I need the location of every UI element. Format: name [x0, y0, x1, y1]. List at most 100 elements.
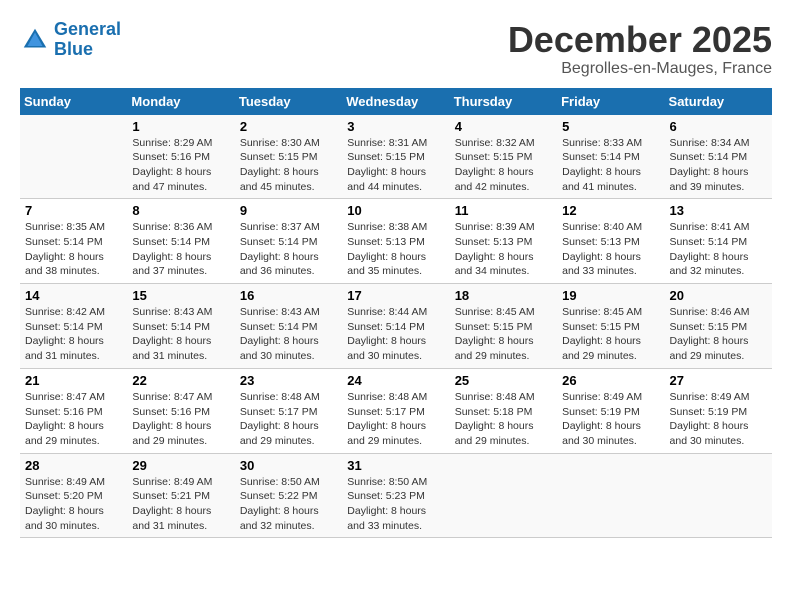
day-info: Sunrise: 8:29 AMSunset: 5:16 PMDaylight:…: [132, 136, 229, 195]
weekday-header-tuesday: Tuesday: [235, 88, 342, 115]
day-info: Sunrise: 8:48 AMSunset: 5:18 PMDaylight:…: [455, 390, 552, 449]
calendar-cell: 26 Sunrise: 8:49 AMSunset: 5:19 PMDayligh…: [557, 368, 664, 453]
day-number: 25: [455, 373, 552, 388]
day-number: 15: [132, 288, 229, 303]
calendar-cell: 9 Sunrise: 8:37 AMSunset: 5:14 PMDaylight…: [235, 199, 342, 284]
calendar-cell: 10 Sunrise: 8:38 AMSunset: 5:13 PMDayligh…: [342, 199, 449, 284]
day-number: 18: [455, 288, 552, 303]
day-info: Sunrise: 8:34 AMSunset: 5:14 PMDaylight:…: [670, 136, 767, 195]
day-info: Sunrise: 8:48 AMSunset: 5:17 PMDaylight:…: [347, 390, 444, 449]
week-row-2: 7Sunrise: 8:35 AMSunset: 5:14 PMDaylight…: [20, 199, 772, 284]
day-number: 1: [132, 119, 229, 134]
calendar-cell: 13 Sunrise: 8:41 AMSunset: 5:14 PMDayligh…: [665, 199, 772, 284]
day-number: 26: [562, 373, 659, 388]
month-title: December 2025: [508, 20, 772, 60]
day-number: 28: [25, 458, 122, 473]
day-info: Sunrise: 8:31 AMSunset: 5:15 PMDaylight:…: [347, 136, 444, 195]
calendar-cell: 27 Sunrise: 8:49 AMSunset: 5:19 PMDayligh…: [665, 368, 772, 453]
calendar-cell: 28 Sunrise: 8:49 AMSunset: 5:20 PMDayligh…: [20, 453, 127, 538]
day-info: Sunrise: 8:45 AMSunset: 5:15 PMDaylight:…: [562, 305, 659, 364]
day-info: Sunrise: 8:49 AMSunset: 5:19 PMDaylight:…: [562, 390, 659, 449]
day-number: 5: [562, 119, 659, 134]
header: General Blue December 2025 Begrolles-en-…: [20, 20, 772, 78]
day-number: 10: [347, 203, 444, 218]
day-info: Sunrise: 8:47 AMSunset: 5:16 PMDaylight:…: [132, 390, 229, 449]
weekday-header-thursday: Thursday: [450, 88, 557, 115]
calendar-cell: 16Sunrise: 8:43 AMSunset: 5:14 PMDayligh…: [235, 284, 342, 369]
day-number: 9: [240, 203, 337, 218]
day-number: 27: [670, 373, 767, 388]
calendar-cell: 4 Sunrise: 8:32 AMSunset: 5:15 PMDaylight…: [450, 115, 557, 199]
day-info: Sunrise: 8:36 AMSunset: 5:14 PMDaylight:…: [132, 220, 229, 279]
day-number: 8: [132, 203, 229, 218]
calendar-cell: 1 Sunrise: 8:29 AMSunset: 5:16 PMDaylight…: [127, 115, 234, 199]
day-info: Sunrise: 8:43 AMSunset: 5:14 PMDaylight:…: [132, 305, 229, 364]
calendar-cell: 22 Sunrise: 8:47 AMSunset: 5:16 PMDayligh…: [127, 368, 234, 453]
day-number: 31: [347, 458, 444, 473]
calendar-cell: [20, 115, 127, 199]
calendar-cell: 21 Sunrise: 8:47 AMSunset: 5:16 PMDayligh…: [20, 368, 127, 453]
day-info: Sunrise: 8:37 AMSunset: 5:14 PMDaylight:…: [240, 220, 337, 279]
day-info: Sunrise: 8:43 AMSunset: 5:14 PMDaylight:…: [240, 305, 337, 364]
day-number: 24: [347, 373, 444, 388]
day-info: Sunrise: 8:46 AMSunset: 5:15 PMDaylight:…: [670, 305, 767, 364]
day-number: 13: [670, 203, 767, 218]
day-info: Sunrise: 8:40 AMSunset: 5:13 PMDaylight:…: [562, 220, 659, 279]
logo-icon: [20, 25, 50, 55]
calendar-cell: 29Sunrise: 8:49 AMSunset: 5:21 PMDayligh…: [127, 453, 234, 538]
calendar-cell: 20 Sunrise: 8:46 AMSunset: 5:15 PMDayligh…: [665, 284, 772, 369]
calendar-cell: 14 Sunrise: 8:42 AMSunset: 5:14 PMDayligh…: [20, 284, 127, 369]
title-area: December 2025 Begrolles-en-Mauges, Franc…: [508, 20, 772, 78]
logo-line1: General: [54, 19, 121, 39]
logo-text: General Blue: [54, 20, 121, 60]
day-number: 14: [25, 288, 122, 303]
day-info: Sunrise: 8:49 AMSunset: 5:20 PMDaylight:…: [25, 475, 122, 534]
calendar-cell: 6 Sunrise: 8:34 AMSunset: 5:14 PMDaylight…: [665, 115, 772, 199]
calendar-cell: 18 Sunrise: 8:45 AMSunset: 5:15 PMDayligh…: [450, 284, 557, 369]
weekday-header-friday: Friday: [557, 88, 664, 115]
day-info: Sunrise: 8:48 AMSunset: 5:17 PMDaylight:…: [240, 390, 337, 449]
calendar-cell: 17Sunrise: 8:44 AMSunset: 5:14 PMDayligh…: [342, 284, 449, 369]
calendar-cell: 19Sunrise: 8:45 AMSunset: 5:15 PMDayligh…: [557, 284, 664, 369]
day-number: 12: [562, 203, 659, 218]
day-number: 4: [455, 119, 552, 134]
day-info: Sunrise: 8:38 AMSunset: 5:13 PMDaylight:…: [347, 220, 444, 279]
week-row-3: 14 Sunrise: 8:42 AMSunset: 5:14 PMDayligh…: [20, 284, 772, 369]
calendar-table: SundayMondayTuesdayWednesdayThursdayFrid…: [20, 88, 772, 539]
calendar-cell: 2Sunrise: 8:30 AMSunset: 5:15 PMDaylight…: [235, 115, 342, 199]
day-number: 2: [240, 119, 337, 134]
weekday-header-row: SundayMondayTuesdayWednesdayThursdayFrid…: [20, 88, 772, 115]
calendar-cell: 5Sunrise: 8:33 AMSunset: 5:14 PMDaylight…: [557, 115, 664, 199]
day-info: Sunrise: 8:39 AMSunset: 5:13 PMDaylight:…: [455, 220, 552, 279]
day-info: Sunrise: 8:42 AMSunset: 5:14 PMDaylight:…: [25, 305, 122, 364]
calendar-cell: 11Sunrise: 8:39 AMSunset: 5:13 PMDayligh…: [450, 199, 557, 284]
day-info: Sunrise: 8:45 AMSunset: 5:15 PMDaylight:…: [455, 305, 552, 364]
day-info: Sunrise: 8:41 AMSunset: 5:14 PMDaylight:…: [670, 220, 767, 279]
calendar-cell: [450, 453, 557, 538]
day-info: Sunrise: 8:32 AMSunset: 5:15 PMDaylight:…: [455, 136, 552, 195]
day-info: Sunrise: 8:49 AMSunset: 5:19 PMDaylight:…: [670, 390, 767, 449]
day-number: 20: [670, 288, 767, 303]
calendar-cell: [665, 453, 772, 538]
weekday-header-wednesday: Wednesday: [342, 88, 449, 115]
week-row-1: 1 Sunrise: 8:29 AMSunset: 5:16 PMDaylight…: [20, 115, 772, 199]
day-info: Sunrise: 8:50 AMSunset: 5:22 PMDaylight:…: [240, 475, 337, 534]
day-info: Sunrise: 8:50 AMSunset: 5:23 PMDaylight:…: [347, 475, 444, 534]
calendar-cell: 23Sunrise: 8:48 AMSunset: 5:17 PMDayligh…: [235, 368, 342, 453]
day-number: 29: [132, 458, 229, 473]
calendar-cell: 15 Sunrise: 8:43 AMSunset: 5:14 PMDayligh…: [127, 284, 234, 369]
weekday-header-sunday: Sunday: [20, 88, 127, 115]
day-number: 22: [132, 373, 229, 388]
day-number: 6: [670, 119, 767, 134]
calendar-cell: 25 Sunrise: 8:48 AMSunset: 5:18 PMDayligh…: [450, 368, 557, 453]
day-number: 7: [25, 203, 122, 218]
weekday-header-monday: Monday: [127, 88, 234, 115]
week-row-4: 21 Sunrise: 8:47 AMSunset: 5:16 PMDayligh…: [20, 368, 772, 453]
week-row-5: 28 Sunrise: 8:49 AMSunset: 5:20 PMDayligh…: [20, 453, 772, 538]
day-number: 17: [347, 288, 444, 303]
day-number: 21: [25, 373, 122, 388]
day-info: Sunrise: 8:47 AMSunset: 5:16 PMDaylight:…: [25, 390, 122, 449]
day-number: 3: [347, 119, 444, 134]
calendar-cell: 7Sunrise: 8:35 AMSunset: 5:14 PMDaylight…: [20, 199, 127, 284]
location-title: Begrolles-en-Mauges, France: [508, 60, 772, 78]
